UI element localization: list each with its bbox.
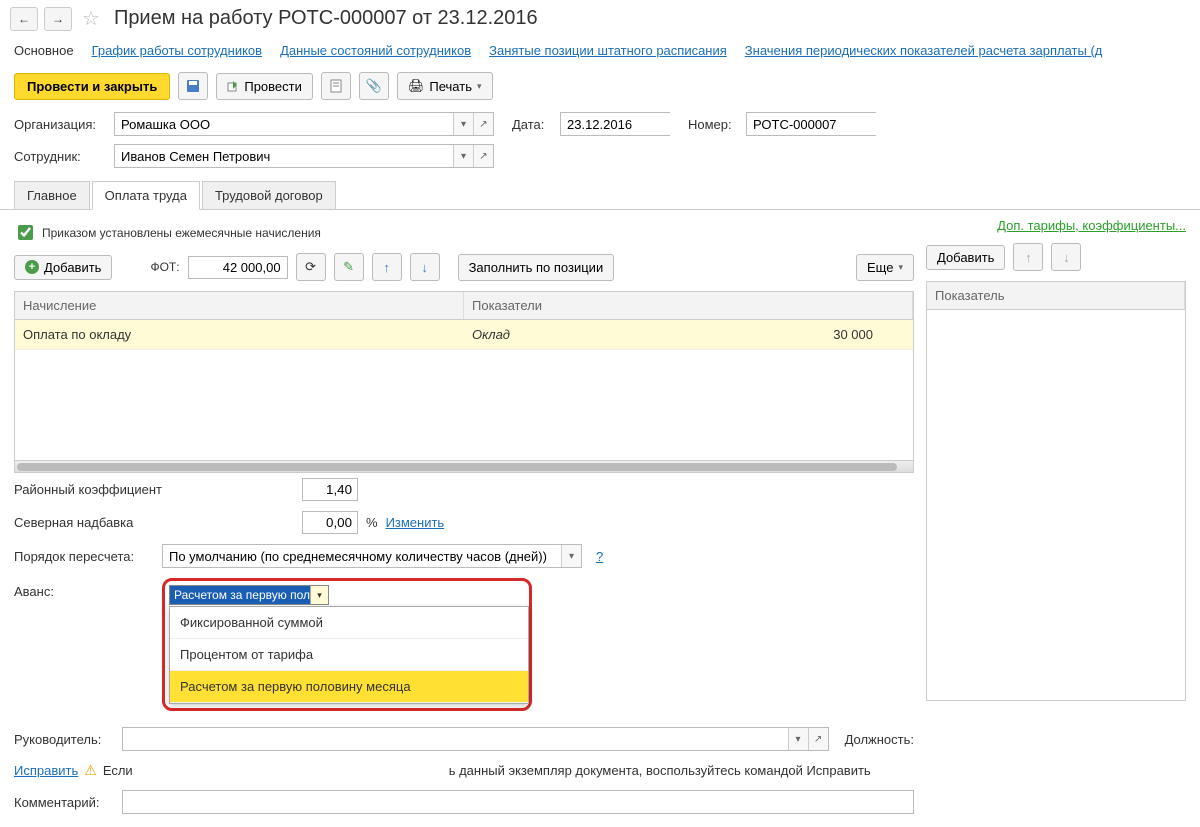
avans-dropdown-button[interactable]: ▾ [310, 586, 328, 604]
manager-dropdown-button[interactable]: ▾ [788, 728, 808, 750]
org-label: Организация: [14, 117, 106, 132]
comment-label: Комментарий: [14, 795, 114, 810]
indicator-up-button[interactable]: ↑ [1013, 243, 1043, 271]
navtab-main[interactable]: Основное [14, 43, 74, 58]
emp-label: Сотрудник: [14, 149, 106, 164]
date-label: Дата: [512, 117, 552, 132]
avans-selected: Расчетом за первую поло [170, 586, 310, 604]
regional-coef-field[interactable] [302, 478, 358, 501]
favorite-star-icon[interactable]: ☆ [82, 6, 100, 31]
monthly-accruals-checkbox[interactable] [18, 225, 33, 240]
tab-pay[interactable]: Оплата труда [92, 181, 200, 210]
move-up-button[interactable]: ↑ [372, 253, 402, 281]
indicators-grid: Показатель [926, 281, 1186, 701]
recalc-dropdown-button[interactable]: ▾ [561, 545, 581, 567]
avans-dropdown-list: Фиксированной суммой Процентом от тарифа… [169, 606, 529, 704]
org-field[interactable] [115, 113, 453, 135]
num-label: Номер: [688, 117, 738, 132]
percent-sign: % [366, 515, 378, 530]
fot-field[interactable] [188, 256, 288, 279]
indicator-down-button[interactable]: ↓ [1051, 243, 1081, 271]
navtab-states[interactable]: Данные состояний сотрудников [280, 43, 471, 58]
monthly-accruals-label: Приказом установлены ежемесячные начисле… [42, 226, 321, 240]
post-and-close-button[interactable]: Провести и закрыть [14, 73, 170, 100]
navtab-schedule[interactable]: График работы сотрудников [92, 43, 262, 58]
tab-main[interactable]: Главное [14, 181, 90, 210]
document-title: Прием на работу РОТС-000007 от 23.12.201… [114, 7, 538, 30]
save-button[interactable] [178, 72, 208, 100]
emp-field[interactable] [115, 145, 453, 167]
printer-icon: 🖨 [408, 78, 425, 94]
nav-forward-button[interactable]: → [44, 7, 72, 31]
grid-col-indicators[interactable]: Показатели [464, 292, 913, 319]
tab-contract[interactable]: Трудовой договор [202, 181, 336, 210]
regional-coef-label: Районный коэффициент [14, 482, 294, 497]
manager-label: Руководитель: [14, 732, 114, 747]
add-accrual-button[interactable]: +Добавить [14, 255, 112, 280]
cell-indicator-value: 30 000 [689, 320, 914, 349]
edit-button[interactable]: ✎ [334, 253, 364, 281]
grid-col-accrual[interactable]: Начисление [15, 292, 464, 319]
horizontal-scrollbar[interactable] [15, 460, 913, 472]
emp-dropdown-button[interactable]: ▾ [453, 145, 473, 167]
comment-field[interactable] [123, 791, 913, 813]
recalc-field[interactable] [163, 545, 561, 567]
navtab-positions[interactable]: Занятые позиции штатного расписания [489, 43, 727, 58]
fill-by-position-button[interactable]: Заполнить по позиции [458, 254, 615, 281]
manager-open-button[interactable]: ↗ [808, 728, 828, 750]
plus-icon: + [25, 260, 39, 274]
more-button[interactable]: Еще▾ [856, 254, 914, 281]
grid-col-indicator[interactable]: Показатель [927, 282, 1185, 309]
position-label: Должность: [845, 732, 914, 747]
avans-option-percent[interactable]: Процентом от тарифа [170, 639, 528, 671]
org-open-button[interactable]: ↗ [473, 113, 493, 135]
emp-open-button[interactable]: ↗ [473, 145, 493, 167]
north-allowance-label: Северная надбавка [14, 515, 294, 530]
add-indicator-button[interactable]: Добавить [926, 245, 1005, 270]
avans-label: Аванс: [14, 578, 154, 599]
post-icon [227, 80, 239, 92]
manager-field[interactable] [123, 728, 788, 750]
avans-field[interactable]: Расчетом за первую поло ▾ [169, 585, 329, 605]
print-button[interactable]: 🖨Печать▾ [397, 72, 493, 100]
fix-link[interactable]: Исправить [14, 763, 78, 778]
additional-rates-link[interactable]: Доп. тарифы, коэффициенты... [997, 218, 1186, 233]
num-field[interactable] [747, 113, 935, 135]
recalc-label: Порядок пересчета: [14, 549, 154, 564]
cell-indicator-name: Оклад [464, 320, 689, 349]
avans-option-fixed[interactable]: Фиксированной суммой [170, 607, 528, 639]
attach-button[interactable]: 📎 [359, 72, 389, 100]
warning-icon: ⚠ [84, 762, 97, 779]
report-button[interactable] [321, 72, 351, 100]
nav-back-button[interactable]: ← [10, 7, 38, 31]
help-link[interactable]: ? [596, 549, 603, 564]
change-link[interactable]: Изменить [386, 515, 445, 530]
org-dropdown-button[interactable]: ▾ [453, 113, 473, 135]
avans-dropdown-highlight: Расчетом за первую поло ▾ Фиксированной … [162, 578, 532, 711]
north-allowance-field[interactable] [302, 511, 358, 534]
move-down-button[interactable]: ↓ [410, 253, 440, 281]
avans-option-firsthalf[interactable]: Расчетом за первую половину месяца [170, 671, 528, 703]
post-button[interactable]: Провести [216, 73, 313, 100]
navtab-indicators[interactable]: Значения периодических показателей расче… [745, 43, 1103, 58]
cell-accrual: Оплата по окладу [15, 320, 464, 349]
refresh-button[interactable]: ⟳ [296, 253, 326, 281]
warning-text-1: Если [103, 763, 133, 778]
accruals-grid: Начисление Показатели Оплата по окладу О… [14, 291, 914, 473]
fot-label: ФОТ: [150, 260, 179, 274]
warning-text-2: ь данный экземпляр документа, воспользуй… [449, 763, 871, 778]
table-row[interactable]: Оплата по окладу Оклад 30 000 [15, 320, 913, 350]
